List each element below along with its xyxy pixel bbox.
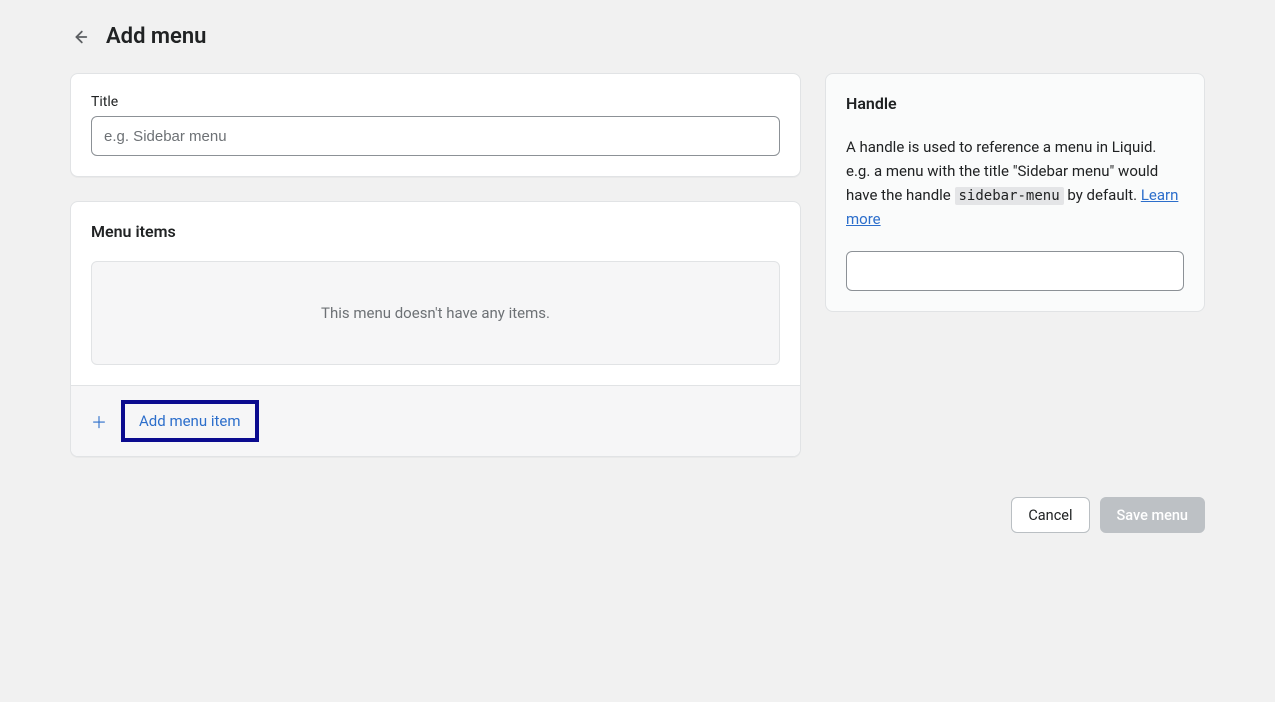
handle-heading: Handle bbox=[846, 94, 1184, 113]
handle-code-example: sidebar-menu bbox=[955, 187, 1064, 205]
title-input[interactable] bbox=[91, 116, 780, 156]
handle-description: A handle is used to reference a menu in … bbox=[846, 135, 1184, 231]
add-menu-item-button[interactable]: Add menu item bbox=[121, 400, 258, 442]
title-label: Title bbox=[91, 94, 780, 110]
save-menu-button[interactable]: Save menu bbox=[1100, 497, 1206, 533]
page-title: Add menu bbox=[106, 24, 206, 49]
back-arrow-icon[interactable] bbox=[70, 27, 90, 47]
empty-state-text: This menu doesn't have any items. bbox=[91, 261, 780, 365]
handle-desc-post: by default. bbox=[1064, 186, 1141, 204]
plus-icon: ＋ bbox=[91, 409, 107, 433]
cancel-button[interactable]: Cancel bbox=[1011, 497, 1089, 533]
menu-items-heading: Menu items bbox=[91, 222, 780, 241]
handle-input[interactable] bbox=[846, 251, 1184, 291]
